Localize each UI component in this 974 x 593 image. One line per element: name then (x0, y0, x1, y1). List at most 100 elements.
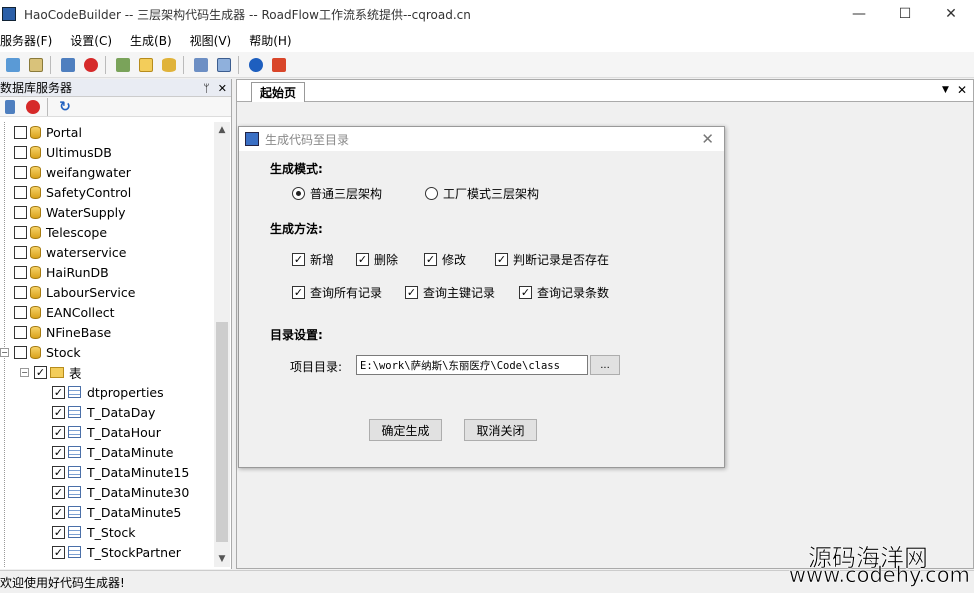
tree-database-node[interactable]: UltimusDB (0, 142, 214, 162)
checkbox-exists[interactable]: ✓ (495, 253, 508, 266)
mode-option-factory[interactable]: 工厂模式三层架构 (425, 185, 539, 202)
tree-table-node[interactable]: ✓ T_Stock (0, 522, 214, 542)
tree-table-node[interactable]: ✓ T_DataMinute15 (0, 462, 214, 482)
mode-option-normal[interactable]: 普通三层架构 (292, 185, 382, 202)
tree-database-node[interactable]: NFineBase (0, 322, 214, 342)
tree-checkbox[interactable] (14, 185, 27, 199)
panel-close-icon[interactable]: ✕ (218, 82, 227, 95)
tab-close-icon[interactable]: ✕ (957, 83, 967, 97)
method-query-count[interactable]: ✓ 查询记录条数 (519, 284, 609, 301)
tree-checkbox[interactable]: ✓ (52, 545, 65, 559)
tab-start-page[interactable]: 起始页 (251, 82, 306, 102)
connect-button[interactable] (58, 55, 78, 75)
copy-button[interactable] (26, 55, 46, 75)
checkbox-update[interactable]: ✓ (424, 253, 437, 266)
menu-server[interactable]: 服务器(F) (0, 32, 62, 49)
tree-table-node[interactable]: ✓ T_DataMinute (0, 442, 214, 462)
tab-dropdown-icon[interactable]: ▼ (942, 83, 949, 97)
browse-button[interactable]: ... (590, 355, 620, 375)
refresh-button[interactable]: ↻ (55, 97, 75, 117)
method-query-key[interactable]: ✓ 查询主键记录 (405, 284, 495, 301)
tree-table-node[interactable]: ✓ T_StockPartner (0, 542, 214, 562)
tree-checkbox[interactable] (14, 225, 27, 239)
tree-database-node[interactable]: − Stock (0, 342, 214, 362)
tree-database-node[interactable]: WaterSupply (0, 202, 214, 222)
radio-factory[interactable] (425, 187, 438, 200)
tree-checkbox[interactable] (14, 145, 27, 159)
minimize-button[interactable]: — (836, 0, 882, 28)
menu-help[interactable]: 帮助(H) (249, 32, 301, 49)
tree-checkbox[interactable] (14, 265, 27, 279)
radio-normal[interactable] (292, 187, 305, 200)
method-query-all[interactable]: ✓ 查询所有记录 (292, 284, 382, 301)
tree-scrollbar[interactable]: ▲ ▼ (214, 122, 230, 567)
tree-table-node[interactable]: ✓ dtproperties (0, 382, 214, 402)
maximize-button[interactable]: ☐ (882, 0, 928, 28)
scroll-down-icon[interactable]: ▼ (214, 551, 230, 567)
collapse-icon[interactable]: − (0, 347, 9, 357)
tree-checkbox[interactable] (14, 245, 27, 259)
tree-checkbox[interactable] (14, 325, 27, 339)
tree-checkbox[interactable]: ✓ (52, 465, 65, 479)
checkbox-query-count[interactable]: ✓ (519, 286, 532, 299)
tree-database-node[interactable]: Telescope (0, 222, 214, 242)
tree-table-node[interactable]: ✓ T_DataMinute30 (0, 482, 214, 502)
tree-checkbox[interactable]: ✓ (52, 525, 65, 539)
tree-checkbox[interactable]: ✓ (52, 445, 65, 459)
stop-button[interactable] (81, 55, 101, 75)
panel-stop-button[interactable] (23, 97, 43, 117)
tree-checkbox[interactable] (14, 305, 27, 319)
tree-checkbox[interactable] (14, 205, 27, 219)
tree-checkbox[interactable] (14, 165, 27, 179)
method-update[interactable]: ✓ 修改 (424, 251, 466, 268)
tree-database-node[interactable]: HaiRunDB (0, 262, 214, 282)
collapse-icon[interactable]: − (20, 367, 29, 377)
tree-checkbox[interactable] (14, 345, 27, 359)
add-server-button[interactable] (3, 55, 23, 75)
method-exists[interactable]: ✓ 判断记录是否存在 (495, 251, 609, 268)
tree-database-node[interactable]: Portal (0, 122, 214, 142)
tree-checkbox[interactable] (14, 125, 27, 139)
cancel-close-button[interactable]: 取消关闭 (464, 419, 537, 441)
tree-table-node[interactable]: ✓ T_DataDay (0, 402, 214, 422)
tools-button[interactable] (113, 55, 133, 75)
tree-checkbox[interactable]: ✓ (34, 365, 47, 379)
dialog-close-icon[interactable]: ✕ (701, 130, 714, 148)
tree-checkbox[interactable]: ✓ (52, 485, 65, 499)
scroll-thumb[interactable] (216, 322, 228, 542)
project-dir-input[interactable]: E:\work\萨纳斯\东丽医疗\Code\class (356, 355, 588, 375)
method-delete[interactable]: ✓ 删除 (356, 251, 398, 268)
export-button[interactable] (191, 55, 211, 75)
tree-checkbox[interactable]: ✓ (52, 405, 65, 419)
exit-button[interactable] (269, 55, 289, 75)
database-button[interactable] (159, 55, 179, 75)
method-add[interactable]: ✓ 新增 (292, 251, 334, 268)
menu-generate[interactable]: 生成(B) (130, 32, 182, 49)
tree-database-node[interactable]: waterservice (0, 242, 214, 262)
tree-checkbox[interactable]: ✓ (52, 385, 65, 399)
tree-checkbox[interactable]: ✓ (52, 425, 65, 439)
panel-connect-button[interactable] (0, 97, 20, 117)
menu-settings[interactable]: 设置(C) (70, 32, 122, 49)
checkbox-delete[interactable]: ✓ (356, 253, 369, 266)
confirm-generate-button[interactable]: 确定生成 (369, 419, 442, 441)
tree-table-node[interactable]: ✓ T_DataHour (0, 422, 214, 442)
scroll-up-icon[interactable]: ▲ (214, 122, 230, 138)
tree-database-node[interactable]: SafetyControl (0, 182, 214, 202)
tree-database-node[interactable]: weifangwater (0, 162, 214, 182)
pin-icon[interactable]: ᛘ (203, 82, 210, 95)
menu-view[interactable]: 视图(V) (190, 32, 242, 49)
tree-checkbox[interactable] (14, 285, 27, 299)
folder-button[interactable] (136, 55, 156, 75)
checkbox-query-key[interactable]: ✓ (405, 286, 418, 299)
tree-folder-node[interactable]: − ✓ 表 (0, 362, 214, 382)
checkbox-query-all[interactable]: ✓ (292, 286, 305, 299)
tree-checkbox[interactable]: ✓ (52, 505, 65, 519)
tree-database-node[interactable]: LabourService (0, 282, 214, 302)
tree-table-node[interactable]: ✓ T_DataMinute5 (0, 502, 214, 522)
info-button[interactable] (246, 55, 266, 75)
checkbox-add[interactable]: ✓ (292, 253, 305, 266)
window-button[interactable] (214, 55, 234, 75)
close-button[interactable]: ✕ (928, 0, 974, 28)
tree-database-node[interactable]: EANCollect (0, 302, 214, 322)
